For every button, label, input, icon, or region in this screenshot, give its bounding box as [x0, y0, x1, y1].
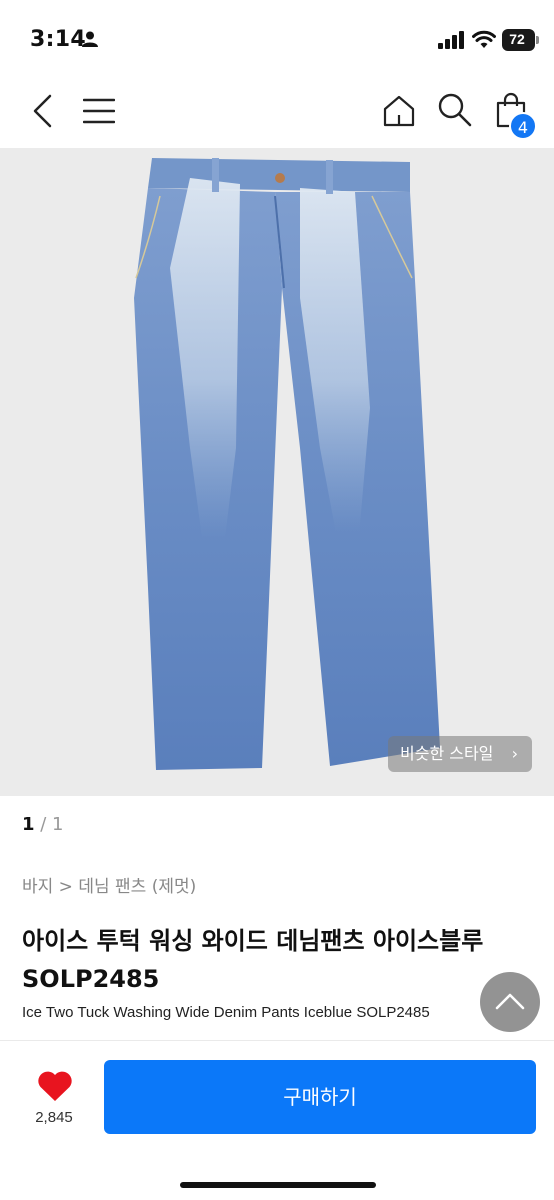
search-icon[interactable]	[437, 92, 473, 128]
home-icon[interactable]	[382, 94, 416, 128]
product-title-korean: 아이스 투턱 워싱 와이드 데님팬츠 아이스블루 SOLP2485	[22, 927, 484, 993]
buy-button[interactable]: 구매하기	[104, 1060, 536, 1134]
denim-pants-image	[134, 158, 440, 770]
back-icon[interactable]	[30, 94, 54, 128]
pager-separator: /	[34, 814, 53, 835]
breadcrumb[interactable]: 바지 > 데님 팬츠 (제멋)	[22, 872, 196, 897]
battery-icon: 72	[502, 29, 539, 51]
cart-count-badge[interactable]: 4	[509, 112, 537, 140]
pager-current: 1	[22, 814, 35, 835]
product-image[interactable]	[0, 148, 554, 796]
home-indicator	[180, 1182, 376, 1188]
pager-total: 1	[52, 814, 64, 835]
product-title-english: Ice Two Tuck Washing Wide Denim Pants Ic…	[22, 1004, 430, 1021]
image-pager: 1 / 1	[22, 814, 64, 835]
like-count: 2,845	[35, 1109, 73, 1126]
chevron-right-icon: ›	[511, 744, 518, 763]
scroll-to-top-button[interactable]	[480, 972, 540, 1032]
chevron-up-icon	[495, 993, 525, 1010]
status-time: 3:14	[30, 27, 86, 52]
wifi-icon	[472, 30, 496, 48]
similar-style-label: 비슷한 스타일	[400, 744, 494, 763]
person-icon	[82, 31, 98, 47]
status-bar: 3:14 72	[0, 0, 554, 80]
similar-style-button[interactable]: 비슷한 스타일 ›	[388, 736, 532, 772]
menu-icon[interactable]	[83, 98, 115, 124]
heart-icon	[38, 1071, 72, 1101]
battery-level: 72	[509, 31, 525, 47]
signal-icon	[438, 31, 464, 49]
